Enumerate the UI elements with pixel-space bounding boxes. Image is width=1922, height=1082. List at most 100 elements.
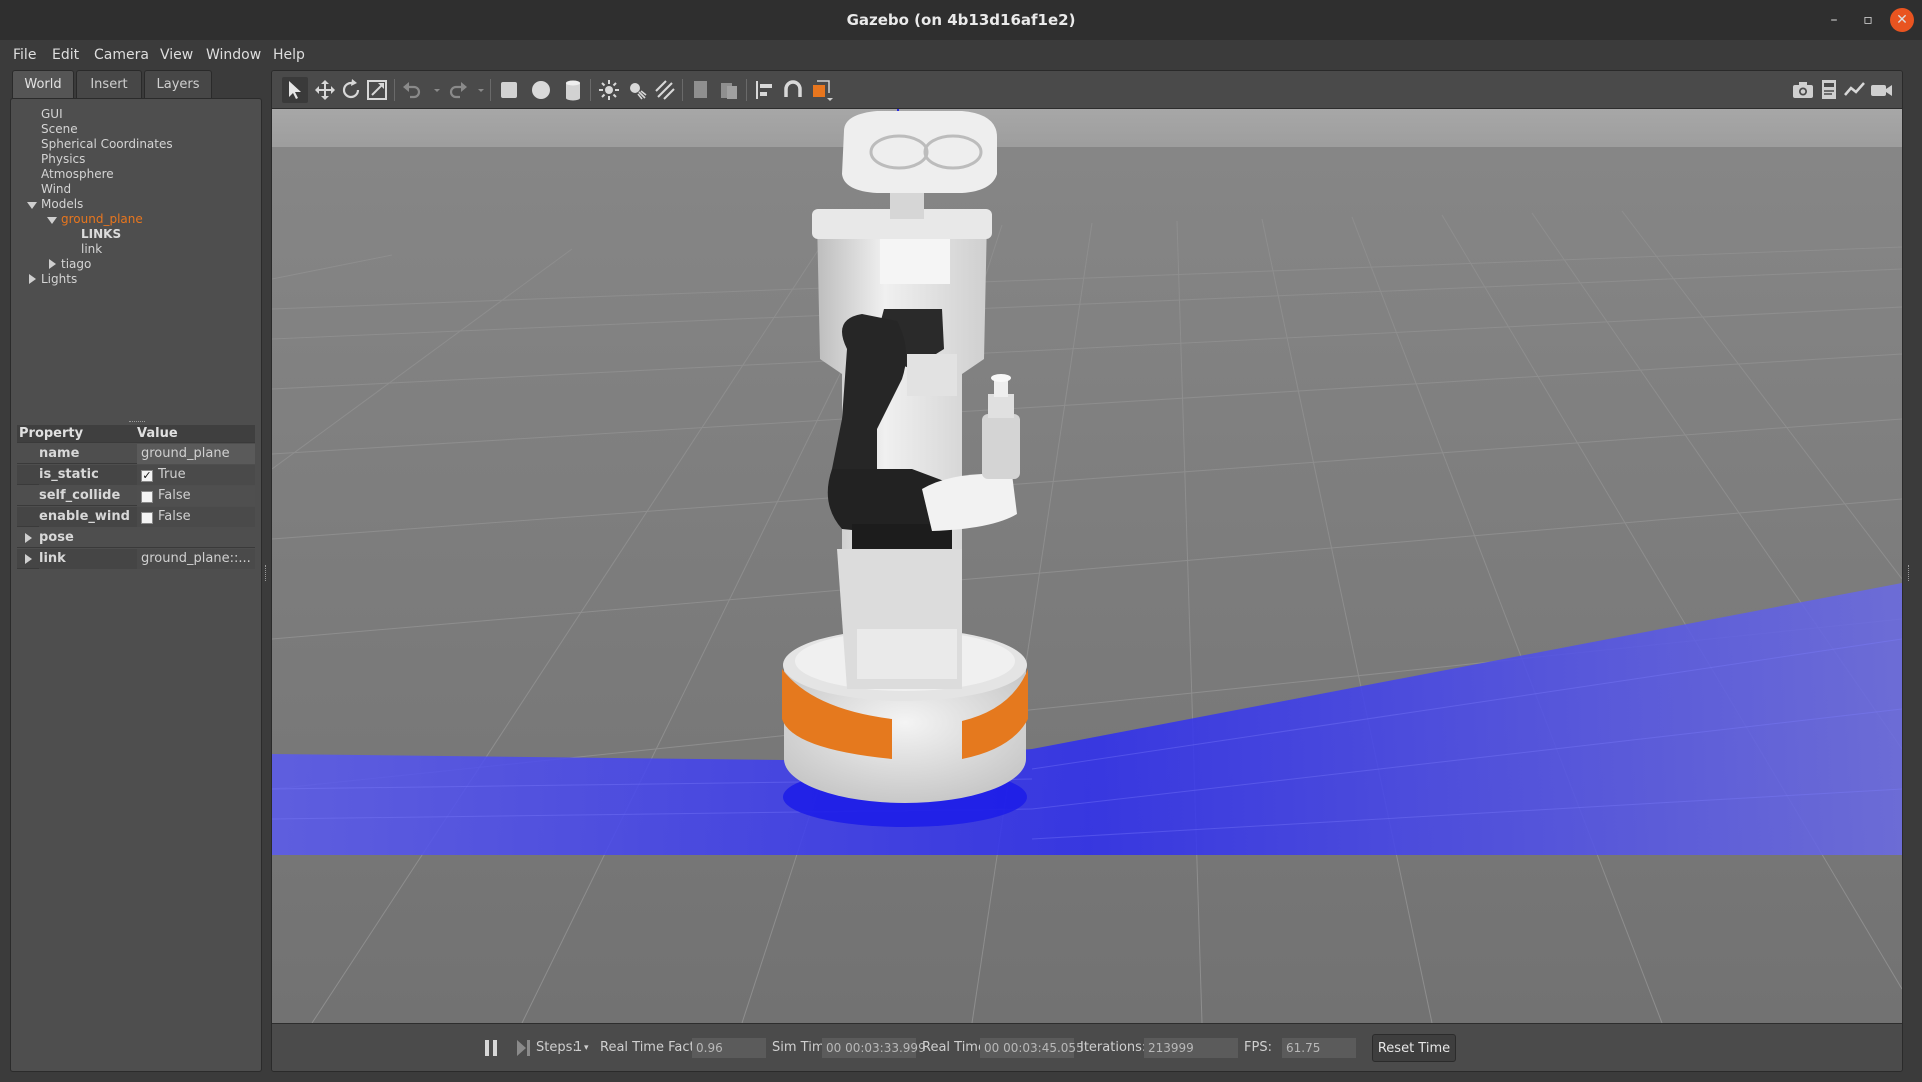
tree-item-tiago[interactable]: tiago — [61, 257, 91, 272]
undo-icon[interactable] — [400, 77, 426, 103]
toolbar-separator — [746, 79, 747, 101]
tab-world[interactable]: World — [12, 70, 74, 98]
is-static-checkbox[interactable]: ✓ — [141, 470, 153, 482]
is-static-value: True — [158, 467, 186, 482]
tree-item-wind[interactable]: Wind — [41, 182, 71, 197]
property-value-name: ground_plane — [137, 444, 255, 464]
menu-bar: File Edit Camera View Window Help — [0, 40, 1922, 70]
property-label: pose — [39, 530, 74, 545]
expand-models-icon[interactable] — [27, 202, 37, 209]
box-shape-icon[interactable] — [496, 77, 522, 103]
rotate-icon[interactable] — [338, 77, 364, 103]
directional-light-icon[interactable] — [652, 77, 678, 103]
world-tree: GUI Scene Spherical Coordinates Physics … — [17, 105, 257, 425]
close-button[interactable]: ✕ — [1890, 8, 1914, 32]
point-light-icon[interactable] — [596, 77, 622, 103]
screenshot-icon[interactable] — [1790, 77, 1816, 103]
snap-icon[interactable] — [780, 77, 806, 103]
redo-icon[interactable] — [444, 77, 470, 103]
real-time-field: 00 00:03:45.055 — [980, 1038, 1084, 1058]
steps-dropdown-icon[interactable]: ▾ — [584, 1038, 589, 1058]
steps-label: Steps: — [536, 1040, 577, 1055]
menu-camera[interactable]: Camera — [94, 40, 149, 70]
tab-insert[interactable]: Insert — [76, 70, 142, 98]
toolbar-separator — [394, 79, 395, 101]
viewport-toolbar — [272, 71, 1902, 109]
property-row-pose[interactable]: pose — [17, 528, 255, 548]
toolbar-separator — [490, 79, 491, 101]
undo-dropdown-icon[interactable] — [424, 77, 440, 103]
minimize-button[interactable]: – — [1822, 8, 1846, 32]
tree-item-lights[interactable]: Lights — [41, 272, 77, 287]
rtf-field: 0.96 — [692, 1038, 766, 1058]
plot-icon[interactable] — [1842, 77, 1868, 103]
left-splitter-handle[interactable] — [265, 565, 268, 581]
iterations-label: Iterations: — [1080, 1040, 1147, 1055]
status-bar: Steps: 1 ▾ Real Time Factor: 0.96 Sim Ti… — [272, 1023, 1902, 1071]
toolbar-separator — [590, 79, 591, 101]
paste-icon[interactable] — [716, 77, 742, 103]
tree-item-gui[interactable]: GUI — [41, 107, 63, 122]
tab-layers[interactable]: Layers — [144, 70, 212, 98]
property-row-link[interactable]: link ground_plane::... — [17, 549, 255, 569]
property-row-self-collide[interactable]: self_collide False — [17, 486, 255, 506]
expand-lights-icon[interactable] — [29, 274, 36, 284]
tree-item-scene[interactable]: Scene — [41, 122, 78, 137]
redo-dropdown-icon[interactable] — [468, 77, 484, 103]
property-row-enable-wind[interactable]: enable_wind False — [17, 507, 255, 527]
expand-tiago-icon[interactable] — [49, 259, 56, 269]
log-icon[interactable] — [1816, 77, 1842, 103]
gazebo-window: Gazebo (on 4b13d16af1e2) – ▫ ✕ File Edit… — [0, 0, 1922, 1082]
expand-link-icon[interactable] — [25, 554, 32, 564]
view-angle-icon[interactable] — [808, 77, 834, 103]
menu-help[interactable]: Help — [273, 40, 305, 70]
enable-wind-checkbox[interactable] — [141, 512, 153, 524]
iterations-field: 213999 — [1144, 1038, 1238, 1058]
tree-item-physics[interactable]: Physics — [41, 152, 85, 167]
property-row-is-static[interactable]: is_static ✓ True — [17, 465, 255, 485]
tree-item-spherical-coordinates[interactable]: Spherical Coordinates — [41, 137, 173, 152]
property-label: enable_wind — [39, 507, 137, 527]
self-collide-checkbox[interactable] — [141, 491, 153, 503]
expand-pose-icon[interactable] — [25, 533, 32, 543]
copy-icon[interactable] — [688, 77, 714, 103]
sim-time-field: 00 00:03:33.999 — [822, 1038, 926, 1058]
property-value-link: ground_plane::... — [137, 549, 255, 569]
panel-splitter-handle[interactable] — [129, 421, 145, 423]
window-title: Gazebo (on 4b13d16af1e2) — [846, 11, 1076, 29]
align-icon[interactable] — [752, 77, 778, 103]
expand-ground-plane-icon[interactable] — [47, 217, 57, 224]
tree-item-atmosphere[interactable]: Atmosphere — [41, 167, 114, 182]
tree-item-links-header: LINKS — [81, 227, 122, 241]
fps-field: 61.75 — [1282, 1038, 1356, 1058]
property-value-cell: False — [137, 486, 255, 506]
tree-item-link[interactable]: link — [81, 242, 102, 257]
translate-icon[interactable] — [312, 77, 338, 103]
video-record-icon[interactable] — [1868, 77, 1894, 103]
menu-window[interactable]: Window — [206, 40, 261, 70]
render-viewport: Steps: 1 ▾ Real Time Factor: 0.96 Sim Ti… — [271, 70, 1903, 1072]
pause-icon[interactable] — [478, 1035, 504, 1061]
steps-value[interactable]: 1 — [574, 1038, 582, 1058]
step-forward-icon[interactable] — [510, 1035, 536, 1061]
menu-view[interactable]: View — [160, 40, 193, 70]
scale-icon[interactable] — [364, 77, 390, 103]
maximize-button[interactable]: ▫ — [1856, 8, 1880, 32]
property-value-cell: False — [137, 507, 255, 527]
cylinder-shape-icon[interactable] — [560, 77, 586, 103]
enable-wind-value: False — [158, 509, 191, 524]
menu-file[interactable]: File — [13, 40, 36, 70]
sphere-shape-icon[interactable] — [528, 77, 554, 103]
right-splitter-handle[interactable] — [1908, 565, 1911, 581]
tree-item-models[interactable]: Models — [41, 197, 83, 212]
spot-light-icon[interactable] — [624, 77, 650, 103]
menu-edit[interactable]: Edit — [52, 40, 79, 70]
reset-time-button[interactable]: Reset Time — [1372, 1034, 1456, 1062]
property-row-name[interactable]: name ground_plane — [17, 444, 255, 464]
property-label: link — [39, 549, 137, 569]
tree-item-ground-plane[interactable]: ground_plane — [61, 212, 143, 227]
select-arrow-icon[interactable] — [282, 77, 308, 103]
3d-scene[interactable] — [272, 109, 1902, 1023]
property-label: name — [39, 446, 80, 461]
property-label: is_static — [39, 465, 137, 485]
